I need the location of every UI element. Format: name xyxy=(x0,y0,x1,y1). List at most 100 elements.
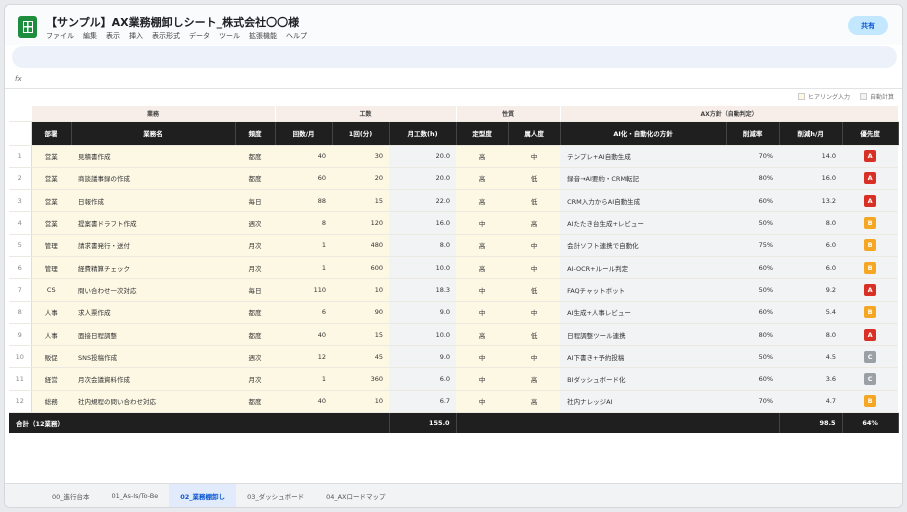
times-per-month-cell[interactable]: 8 xyxy=(275,211,333,235)
reduction-rate-cell[interactable]: 75% xyxy=(726,234,780,257)
monthly-hours-cell[interactable]: 20.0 xyxy=(389,167,457,191)
column-header[interactable]: 業務名 xyxy=(71,121,236,146)
ai-policy-cell[interactable]: AI下書き+予約投稿 xyxy=(560,345,727,369)
reduction-rate-cell[interactable]: 80% xyxy=(726,323,780,347)
dependency-level-cell[interactable]: 低 xyxy=(508,323,561,347)
menu-item-insert[interactable]: 挿入 xyxy=(129,31,143,41)
frequency-cell[interactable]: 都度 xyxy=(235,145,276,168)
routine-level-cell[interactable]: 高 xyxy=(456,323,509,347)
priority-cell[interactable]: A xyxy=(842,278,899,302)
monthly-hours-cell[interactable]: 22.0 xyxy=(389,189,457,213)
routine-level-cell[interactable]: 高 xyxy=(456,145,509,168)
saved-hours-cell[interactable]: 6.0 xyxy=(779,234,843,257)
column-header[interactable]: 削減h/月 xyxy=(779,121,843,146)
saved-hours-cell[interactable]: 13.2 xyxy=(779,189,843,213)
sheet-tab[interactable]: 03_ダッシュボード xyxy=(236,484,315,507)
row-number-cell[interactable]: 1 xyxy=(9,145,32,168)
routine-level-cell[interactable]: 中 xyxy=(456,390,509,414)
ai-policy-cell[interactable]: CRM入力からAI自動生成 xyxy=(560,189,727,213)
saved-hours-cell[interactable]: 3.6 xyxy=(779,367,843,391)
task-name-cell[interactable]: 商談議事録の作成 xyxy=(71,167,235,191)
minutes-per-task-cell[interactable]: 600 xyxy=(332,256,390,280)
priority-cell[interactable]: B xyxy=(842,211,899,235)
menu-item-file[interactable]: ファイル xyxy=(46,31,74,41)
row-number-cell[interactable]: 6 xyxy=(9,256,32,280)
task-name-cell[interactable]: 提案書ドラフト作成 xyxy=(71,211,235,235)
row-number-cell[interactable]: 2 xyxy=(9,167,32,191)
minutes-per-task-cell[interactable]: 30 xyxy=(332,145,390,168)
task-name-cell[interactable]: 見積書作成 xyxy=(71,145,235,168)
dept-cell[interactable]: 経営 xyxy=(31,367,71,391)
frequency-cell[interactable]: 都度 xyxy=(235,167,276,191)
row-number-cell[interactable]: 9 xyxy=(9,323,32,347)
priority-cell[interactable]: A xyxy=(842,167,899,191)
frequency-cell[interactable]: 週次 xyxy=(235,345,276,369)
times-per-month-cell[interactable]: 88 xyxy=(275,189,333,213)
saved-hours-cell[interactable]: 16.0 xyxy=(779,167,843,191)
ai-policy-cell[interactable]: 録音→AI要約・CRM転記 xyxy=(560,167,727,191)
sheet-tab[interactable]: 00_進行台本 xyxy=(41,484,101,507)
priority-cell[interactable]: A xyxy=(842,189,899,213)
minutes-per-task-cell[interactable]: 10 xyxy=(332,278,390,302)
ai-policy-cell[interactable]: AI-OCR+ルール判定 xyxy=(560,256,727,280)
saved-hours-cell[interactable]: 5.4 xyxy=(779,301,843,324)
saved-hours-cell[interactable]: 8.0 xyxy=(779,323,843,347)
routine-level-cell[interactable]: 高 xyxy=(456,256,509,280)
task-name-cell[interactable]: 日報作成 xyxy=(71,189,235,213)
frequency-cell[interactable]: 都度 xyxy=(235,301,276,324)
share-button[interactable]: 共有 xyxy=(848,16,888,35)
frequency-cell[interactable]: 月次 xyxy=(235,256,276,280)
monthly-hours-cell[interactable]: 8.0 xyxy=(389,234,457,257)
column-header[interactable]: 削減率 xyxy=(726,121,780,146)
times-per-month-cell[interactable]: 1 xyxy=(275,367,333,391)
saved-hours-cell[interactable]: 14.0 xyxy=(779,145,843,168)
priority-cell[interactable]: C xyxy=(842,345,899,369)
column-header[interactable]: 部署 xyxy=(31,121,72,146)
sheet-tab[interactable]: 01_As-Is/To-Be xyxy=(101,484,170,507)
column-header[interactable]: AI化・自動化の方針 xyxy=(560,121,727,146)
routine-level-cell[interactable]: 中 xyxy=(456,345,509,369)
task-name-cell[interactable]: 面接日程調整 xyxy=(71,323,235,347)
task-name-cell[interactable]: 社内規程の問い合わせ対応 xyxy=(71,390,235,414)
row-number-cell[interactable]: 5 xyxy=(9,234,32,257)
minutes-per-task-cell[interactable]: 480 xyxy=(332,234,390,257)
frequency-cell[interactable]: 週次 xyxy=(235,211,276,235)
minutes-per-task-cell[interactable]: 120 xyxy=(332,211,390,235)
menu-item-help[interactable]: ヘルプ xyxy=(286,31,307,41)
minutes-per-task-cell[interactable]: 90 xyxy=(332,301,390,324)
reduction-rate-cell[interactable]: 50% xyxy=(726,345,780,369)
frequency-cell[interactable]: 都度 xyxy=(235,323,276,347)
row-number-cell[interactable]: 10 xyxy=(9,345,32,369)
reduction-rate-cell[interactable]: 50% xyxy=(726,278,780,302)
menu-item-tools[interactable]: ツール xyxy=(219,31,240,41)
dependency-level-cell[interactable]: 中 xyxy=(508,256,561,280)
totals-hours[interactable]: 155.0 xyxy=(389,412,457,433)
dept-cell[interactable]: 営業 xyxy=(31,211,71,235)
saved-hours-cell[interactable]: 9.2 xyxy=(779,278,843,302)
ai-policy-cell[interactable]: BIダッシュボード化 xyxy=(560,367,727,391)
ai-policy-cell[interactable]: 社内ナレッジAI xyxy=(560,390,727,414)
routine-level-cell[interactable]: 高 xyxy=(456,234,509,257)
dependency-level-cell[interactable]: 低 xyxy=(508,278,561,302)
priority-cell[interactable]: B xyxy=(842,301,899,324)
dependency-level-cell[interactable]: 中 xyxy=(508,301,561,324)
menu-item-data[interactable]: データ xyxy=(189,31,210,41)
dept-cell[interactable]: 営業 xyxy=(31,189,71,213)
dependency-level-cell[interactable]: 中 xyxy=(508,145,561,168)
ai-policy-cell[interactable]: テンプレ+AI自動生成 xyxy=(560,145,727,168)
reduction-rate-cell[interactable]: 80% xyxy=(726,167,780,191)
totals-label[interactable]: 合計（12業務） xyxy=(9,412,390,433)
minutes-per-task-cell[interactable]: 15 xyxy=(332,323,390,347)
dependency-level-cell[interactable]: 低 xyxy=(508,167,561,191)
menu-item-extensions[interactable]: 拡張機能 xyxy=(249,31,277,41)
menu-item-view[interactable]: 表示 xyxy=(106,31,120,41)
routine-level-cell[interactable]: 中 xyxy=(456,367,509,391)
column-header[interactable]: 頻度 xyxy=(235,121,276,146)
dependency-level-cell[interactable]: 中 xyxy=(508,234,561,257)
sheet-tab[interactable]: 04_AXロードマップ xyxy=(315,484,396,507)
dept-cell[interactable]: 人事 xyxy=(31,301,71,324)
dept-cell[interactable]: 販促 xyxy=(31,345,71,369)
dept-cell[interactable]: 営業 xyxy=(31,167,71,191)
routine-level-cell[interactable]: 中 xyxy=(456,211,509,235)
row-number-cell[interactable]: 7 xyxy=(9,278,32,302)
